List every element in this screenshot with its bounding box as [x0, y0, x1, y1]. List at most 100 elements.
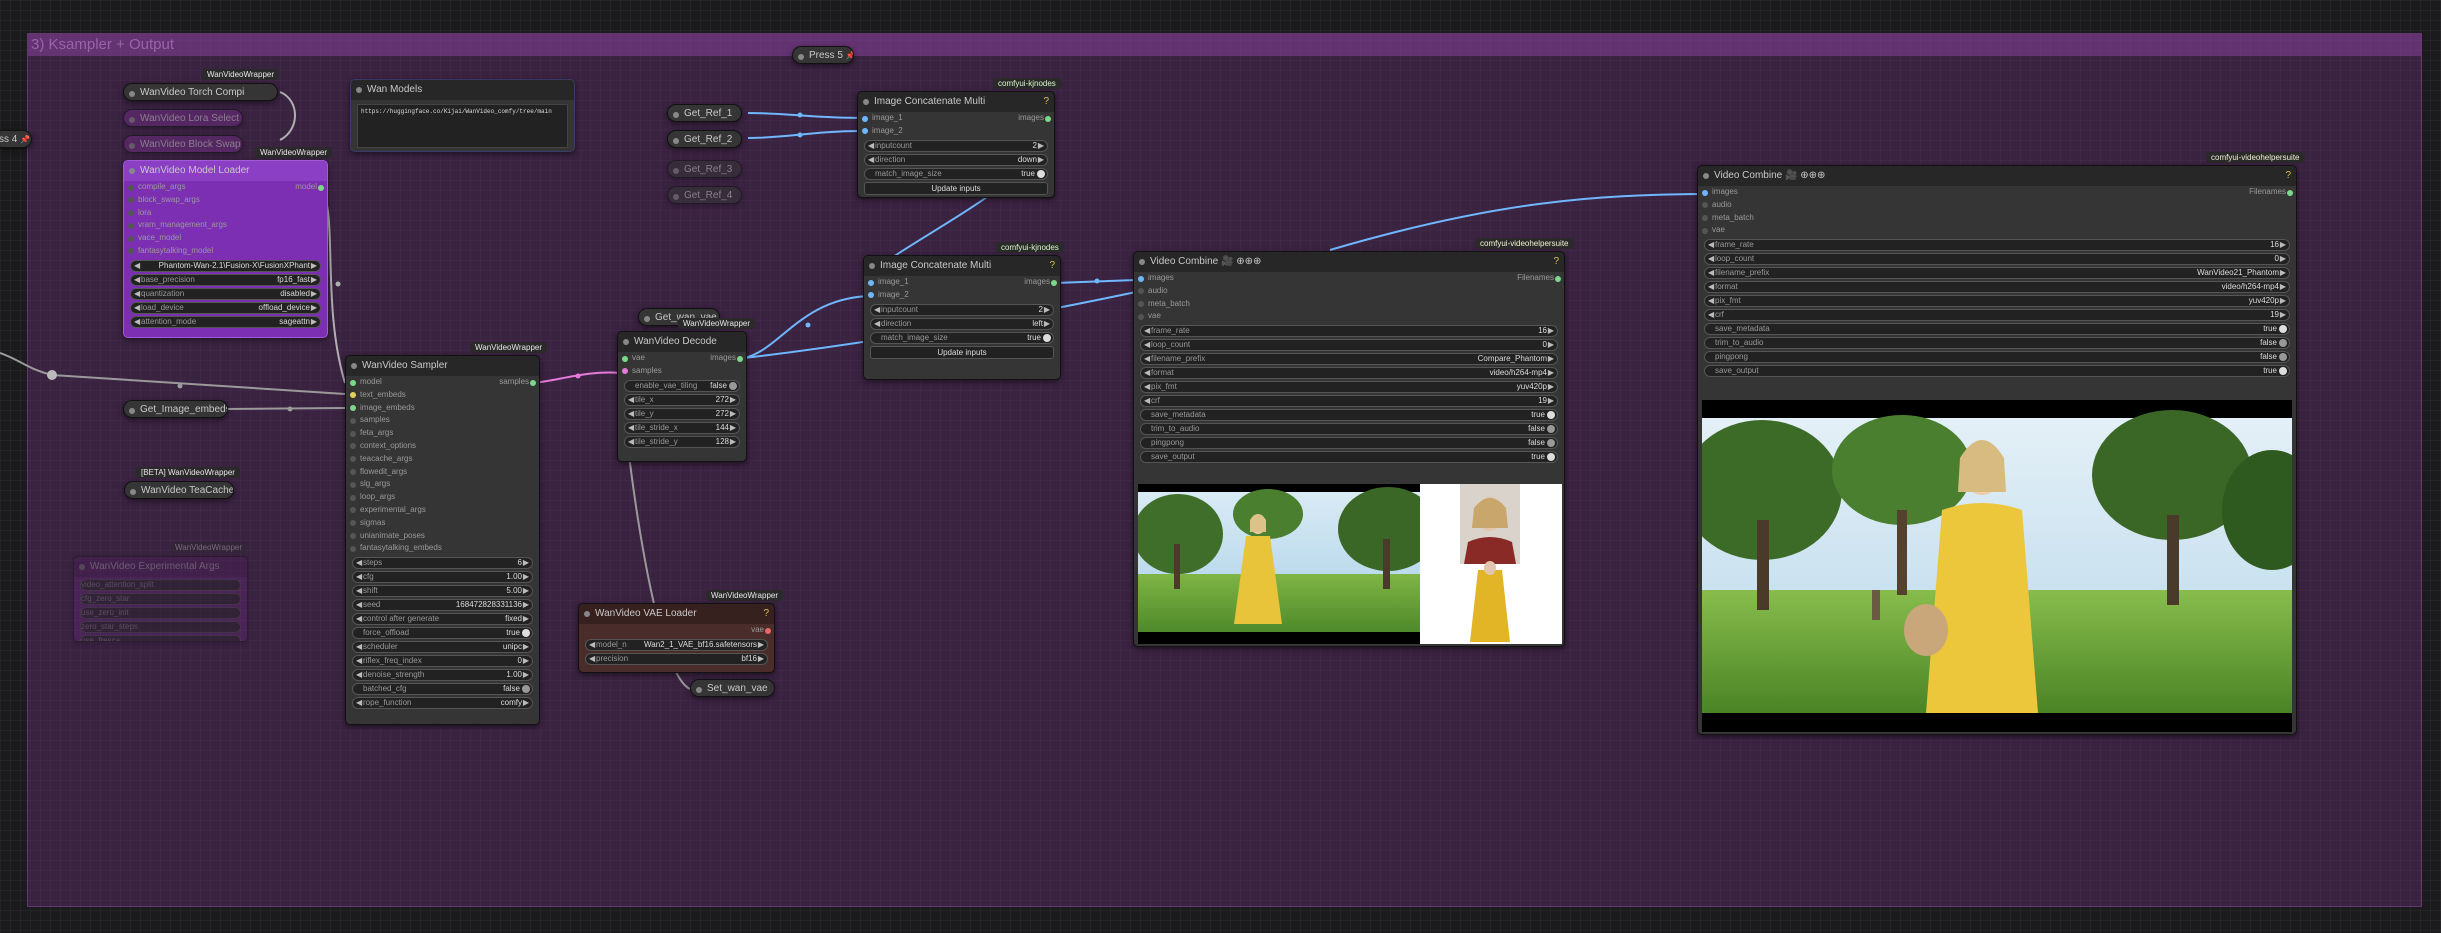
arrow-right-icon[interactable]: ▶ [1548, 326, 1554, 336]
toggle-knob[interactable] [2279, 339, 2287, 348]
arrow-right-icon[interactable]: ▶ [523, 600, 529, 610]
arrow-left-icon[interactable]: ◀ [1144, 354, 1150, 364]
arrow-left-icon[interactable]: ◀ [1708, 268, 1714, 278]
input-socket[interactable] [1702, 202, 1708, 209]
block-swap-node[interactable]: WanVideo Block Swap [123, 135, 243, 153]
arrow-right-icon[interactable]: ▶ [523, 572, 529, 582]
video-preview-large[interactable] [1702, 400, 2292, 732]
arrow-right-icon[interactable]: ▶ [758, 640, 764, 650]
arrow-left-icon[interactable]: ◀ [628, 423, 634, 433]
arrow-right-icon[interactable]: ▶ [730, 395, 736, 405]
lora-select-node[interactable]: WanVideo Lora Select [123, 109, 243, 127]
node-dot[interactable] [1139, 259, 1145, 265]
video-combine-small-node[interactable]: Video Combine 🎥 ⊕⊕⊕? images Filenames audi… [1133, 251, 1565, 647]
arrow-right-icon[interactable]: ▶ [523, 642, 529, 652]
node-dot[interactable] [869, 263, 875, 269]
input-socket[interactable] [350, 533, 356, 540]
node-dot[interactable] [673, 168, 679, 174]
widget-model[interactable]: ◀ ▶ Phantom-Wan-2.1\Fusion-X\FusionXPhant [130, 259, 321, 272]
arrow-left-icon[interactable]: ◀ [1144, 396, 1150, 406]
arrow-right-icon[interactable]: ▶ [523, 586, 529, 596]
input-socket[interactable] [350, 507, 356, 514]
arrow-left-icon[interactable]: ◀ [1144, 368, 1150, 378]
arrow-left-icon[interactable]: ◀ [356, 698, 362, 708]
input-socket[interactable] [350, 545, 356, 552]
arrow-left-icon[interactable]: ◀ [356, 600, 362, 610]
input-socket[interactable] [868, 279, 874, 286]
output-socket[interactable] [1045, 115, 1051, 122]
arrow-right-icon[interactable]: ▶ [311, 275, 317, 285]
widget-cfg[interactable]: ◀ ▶ cfg 1.00 [352, 571, 533, 584]
widget-direction[interactable]: ◀ ▶ direction left [870, 317, 1054, 330]
help-icon[interactable]: ? [1049, 256, 1055, 276]
node-dot[interactable] [356, 87, 362, 93]
widget-batched-cfg[interactable]: batched_cfg false [352, 683, 533, 696]
output-socket[interactable] [1555, 275, 1561, 282]
arrow-right-icon[interactable]: ▶ [311, 261, 317, 271]
widget-filename-prefix[interactable]: ◀ ▶ filename_prefix WanVideo21_Phantom [1704, 267, 2290, 280]
input-socket[interactable] [350, 405, 356, 412]
widget-frame-rate[interactable]: ◀ ▶ frame_rate 16 [1704, 239, 2290, 252]
toggle-knob[interactable] [1043, 333, 1051, 342]
node-dot[interactable] [129, 408, 135, 414]
get-ref-2-node[interactable]: Get_Ref_2 [667, 130, 742, 148]
widget-video-attention-split[interactable]: video_attention_split [80, 579, 241, 591]
widget-save-metadata[interactable]: save_metadata true [1704, 323, 2290, 336]
arrow-left-icon[interactable]: ◀ [1708, 240, 1714, 250]
help-icon[interactable]: ? [1043, 92, 1049, 112]
toggle-knob[interactable] [2279, 325, 2287, 334]
wan-models-node[interactable]: Wan Models https://huggingface.co/Kijai/… [350, 79, 575, 152]
input-socket[interactable] [622, 355, 628, 362]
node-dot[interactable] [673, 194, 679, 200]
node-dot[interactable] [129, 117, 135, 123]
output-socket[interactable] [737, 355, 743, 362]
widget-inputcount[interactable]: ◀ ▶ inputcount 2 [870, 303, 1054, 316]
node-dot[interactable] [673, 112, 679, 118]
decode-node[interactable]: WanVideo Decode vae images samples enable_… [617, 331, 747, 462]
help-icon[interactable]: ? [2285, 166, 2291, 186]
arrow-left-icon[interactable]: ◀ [868, 141, 874, 151]
arrow-right-icon[interactable]: ▶ [2280, 282, 2286, 292]
output-socket[interactable] [1051, 279, 1057, 286]
group-header[interactable]: 3) Ksampler + Output [28, 34, 2421, 56]
input-socket[interactable] [128, 235, 134, 242]
widget-load-device[interactable]: ◀ ▶ load_device offload_device [130, 301, 321, 314]
arrow-right-icon[interactable]: ▶ [523, 558, 529, 568]
widget-tile-stride-y[interactable]: ◀ ▶ tile_stride_y 128 [624, 435, 740, 448]
node-dot[interactable] [130, 489, 136, 495]
arrow-right-icon[interactable]: ▶ [1548, 354, 1554, 364]
arrow-left-icon[interactable]: ◀ [589, 654, 595, 664]
widget-tile-y[interactable]: ◀ ▶ tile_y 272 [624, 407, 740, 420]
arrow-left-icon[interactable]: ◀ [134, 261, 140, 271]
input-socket[interactable] [350, 481, 356, 488]
update-inputs-button[interactable]: Update inputs [864, 181, 1048, 195]
toggle-knob[interactable] [1547, 453, 1555, 462]
update-inputs-button[interactable]: Update inputs [870, 345, 1054, 359]
node-dot[interactable] [673, 138, 679, 144]
experimental-args-node[interactable]: WanVideo Experimental Args video_attenti… [73, 556, 248, 642]
widget-match-image-size[interactable]: match_image_size true [864, 167, 1048, 180]
node-dot[interactable] [623, 339, 629, 345]
widget-scheduler[interactable]: ◀ ▶ scheduler unipc [352, 641, 533, 654]
arrow-left-icon[interactable]: ◀ [356, 558, 362, 568]
input-socket[interactable] [1702, 189, 1708, 196]
node-dot[interactable] [696, 687, 702, 693]
get-ref-4-node[interactable]: Get_Ref_4 [667, 186, 742, 204]
torch-compile-node[interactable]: WanVideo Torch Compi [123, 83, 278, 101]
arrow-left-icon[interactable]: ◀ [1708, 254, 1714, 264]
node-dot[interactable] [584, 611, 590, 617]
arrow-left-icon[interactable]: ◀ [134, 289, 140, 299]
toggle-knob[interactable] [1547, 411, 1555, 420]
widget-rope-function[interactable]: ◀ ▶ rope_function comfy [352, 697, 533, 710]
teacache-node[interactable]: WanVideo TeaCache [124, 481, 234, 499]
input-socket[interactable] [1702, 215, 1708, 222]
arrow-left-icon[interactable]: ◀ [356, 586, 362, 596]
arrow-right-icon[interactable]: ▶ [2280, 240, 2286, 250]
arrow-left-icon[interactable]: ◀ [134, 303, 140, 313]
help-icon[interactable]: ? [1553, 252, 1559, 272]
widget-loop-count[interactable]: ◀ ▶ loop_count 0 [1704, 253, 2290, 266]
toggle-knob[interactable] [1547, 439, 1555, 448]
widget-frame-rate[interactable]: ◀ ▶ frame_rate 16 [1140, 325, 1558, 338]
widget-save-output[interactable]: save_output true [1140, 451, 1558, 464]
toggle-knob[interactable] [729, 381, 737, 390]
